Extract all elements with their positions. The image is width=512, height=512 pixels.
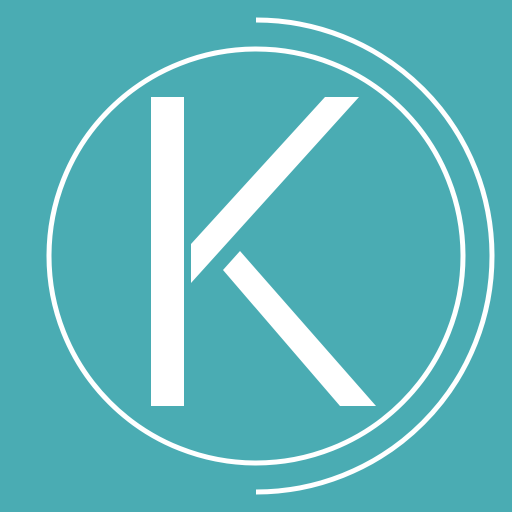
app-icon: K bbox=[0, 0, 512, 512]
k-stem bbox=[151, 97, 184, 406]
k-logo: K bbox=[0, 0, 512, 512]
logo-background bbox=[0, 0, 512, 512]
